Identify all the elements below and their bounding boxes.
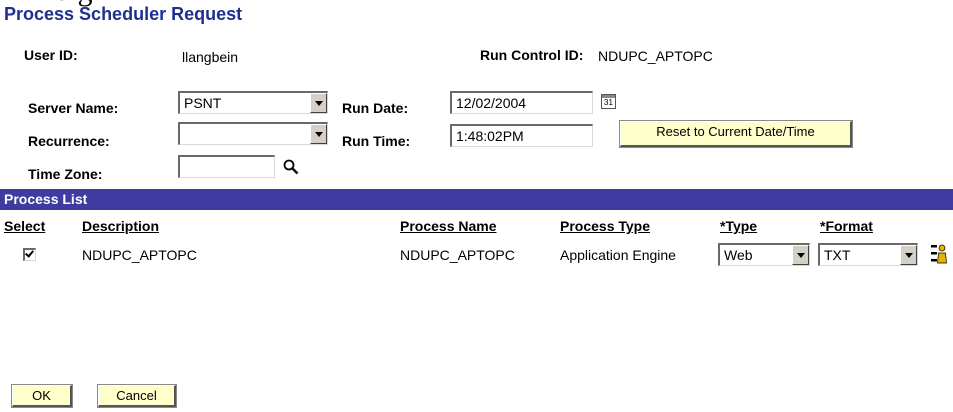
process-list-header: Process List <box>0 189 953 210</box>
run-date-label: Run Date: <box>342 100 409 116</box>
page-title: Process Scheduler Request <box>4 4 243 24</box>
column-header-type: *Type <box>720 218 758 234</box>
server-name-value: PSNT <box>184 95 222 111</box>
chevron-down-icon[interactable] <box>792 245 809 265</box>
column-header-format: *Format <box>820 218 873 234</box>
format-select[interactable]: TXT <box>818 243 918 266</box>
column-header-process-name: Process Name <box>400 218 497 234</box>
recurrence-select[interactable] <box>178 122 328 145</box>
row-process-type: Application Engine <box>560 247 676 263</box>
server-name-select[interactable]: PSNT <box>178 91 328 114</box>
user-id-value: llangbein <box>182 49 239 65</box>
run-control-id-label: Run Control ID: <box>480 47 584 63</box>
format-value: TXT <box>824 247 851 263</box>
run-control-id-value: NDUPC_APTOPC <box>598 48 713 64</box>
time-zone-input[interactable] <box>178 155 275 178</box>
run-time-label: Run Time: <box>342 133 411 149</box>
reset-datetime-button[interactable]: Reset to Current Date/Time <box>619 120 853 148</box>
column-header-description: Description <box>82 218 160 234</box>
server-name-label: Server Name: <box>28 100 119 116</box>
chevron-down-icon[interactable] <box>900 245 917 265</box>
recurrence-label: Recurrence: <box>28 133 110 149</box>
search-icon[interactable] <box>282 158 300 176</box>
chevron-down-icon[interactable] <box>310 124 327 144</box>
type-value: Web <box>724 247 753 263</box>
select-checkbox[interactable] <box>23 248 36 261</box>
cancel-button[interactable]: Cancel <box>97 384 177 408</box>
run-time-input[interactable]: 1:48:02PM <box>450 124 593 147</box>
distribution-icon[interactable] <box>931 244 947 264</box>
column-header-select: Select <box>4 218 46 234</box>
row-process-name: NDUPC_APTOPC <box>400 247 515 263</box>
row-description: NDUPC_APTOPC <box>82 247 197 263</box>
ok-button[interactable]: OK <box>11 384 73 408</box>
chevron-down-icon[interactable] <box>310 93 327 113</box>
user-id-label: User ID: <box>24 47 78 63</box>
time-zone-label: Time Zone: <box>28 166 103 182</box>
column-header-process-type: Process Type <box>560 218 651 234</box>
type-select[interactable]: Web <box>718 243 810 266</box>
calendar-icon[interactable]: 31 <box>601 94 616 109</box>
run-date-input[interactable]: 12/02/2004 <box>450 91 593 114</box>
